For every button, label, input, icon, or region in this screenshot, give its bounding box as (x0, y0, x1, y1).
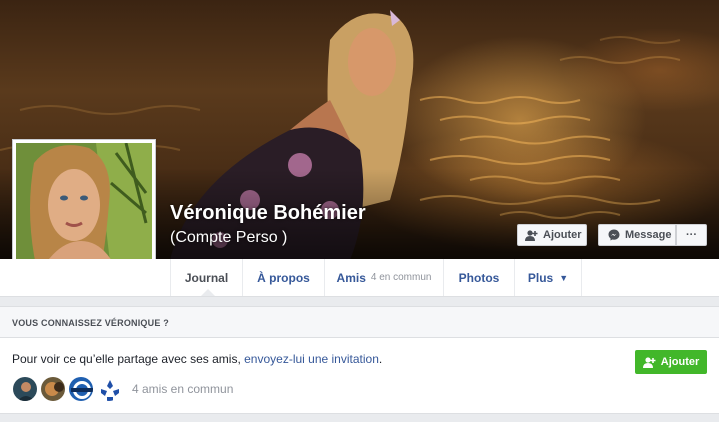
active-tab-indicator (201, 289, 215, 296)
tab-friends-label: Amis (336, 270, 366, 285)
mutual-friend-avatar[interactable] (96, 376, 122, 402)
add-friend-icon (525, 229, 538, 241)
profile-name[interactable]: Véronique Bohémier (170, 202, 366, 225)
messenger-icon (608, 229, 620, 241)
card-title: VOUS CONNAISSEZ VÉRONIQUE ? (12, 318, 169, 328)
tab-more-label: Plus (527, 270, 554, 285)
message-label: Message (625, 229, 672, 241)
add-friend-green-label: Ajouter (660, 356, 700, 368)
add-friend-icon (642, 356, 656, 368)
tab-photos[interactable]: Photos (444, 259, 515, 296)
message-button[interactable]: Message (598, 224, 676, 246)
tab-more[interactable]: Plus ▼ (515, 259, 582, 296)
card-header: VOUS CONNAISSEZ VÉRONIQUE ? (0, 307, 719, 338)
send-invitation-link[interactable]: envoyez-lui une invitation (244, 352, 379, 366)
know-person-card: VOUS CONNAISSEZ VÉRONIQUE ? Pour voir ce… (0, 306, 719, 414)
more-options-button[interactable]: ··· (676, 224, 707, 246)
invite-text-after: . (378, 352, 383, 366)
chevron-down-icon: ▼ (559, 272, 569, 283)
add-friend-label: Ajouter (543, 229, 582, 241)
tab-journal-label: Journal (184, 270, 229, 285)
mutual-friend-avatar[interactable] (68, 376, 94, 402)
more-dots-icon: ··· (686, 229, 697, 241)
tab-about[interactable]: À propos (243, 259, 325, 296)
invite-text: Pour voir ce qu’elle partage avec ses am… (12, 352, 382, 366)
profile-tabs-bar: Journal À propos Amis 4 en commun Photos… (0, 259, 719, 297)
profile-alternate-name: (Compte Perso ) (170, 229, 288, 246)
add-friend-button[interactable]: Ajouter (517, 224, 587, 246)
tab-about-label: À propos (257, 270, 310, 285)
mutual-friends-count[interactable]: 4 amis en commun (132, 382, 233, 396)
mutual-friend-avatar[interactable] (12, 376, 38, 402)
add-friend-green-button[interactable]: Ajouter (635, 350, 707, 374)
tab-photos-label: Photos (458, 270, 500, 285)
invite-text-before: Pour voir ce qu’elle partage avec ses am… (12, 352, 245, 366)
tab-friends[interactable]: Amis 4 en commun (325, 259, 444, 296)
tab-friends-mutual-count: 4 en commun (370, 272, 432, 283)
mutual-friend-avatar[interactable] (40, 376, 66, 402)
